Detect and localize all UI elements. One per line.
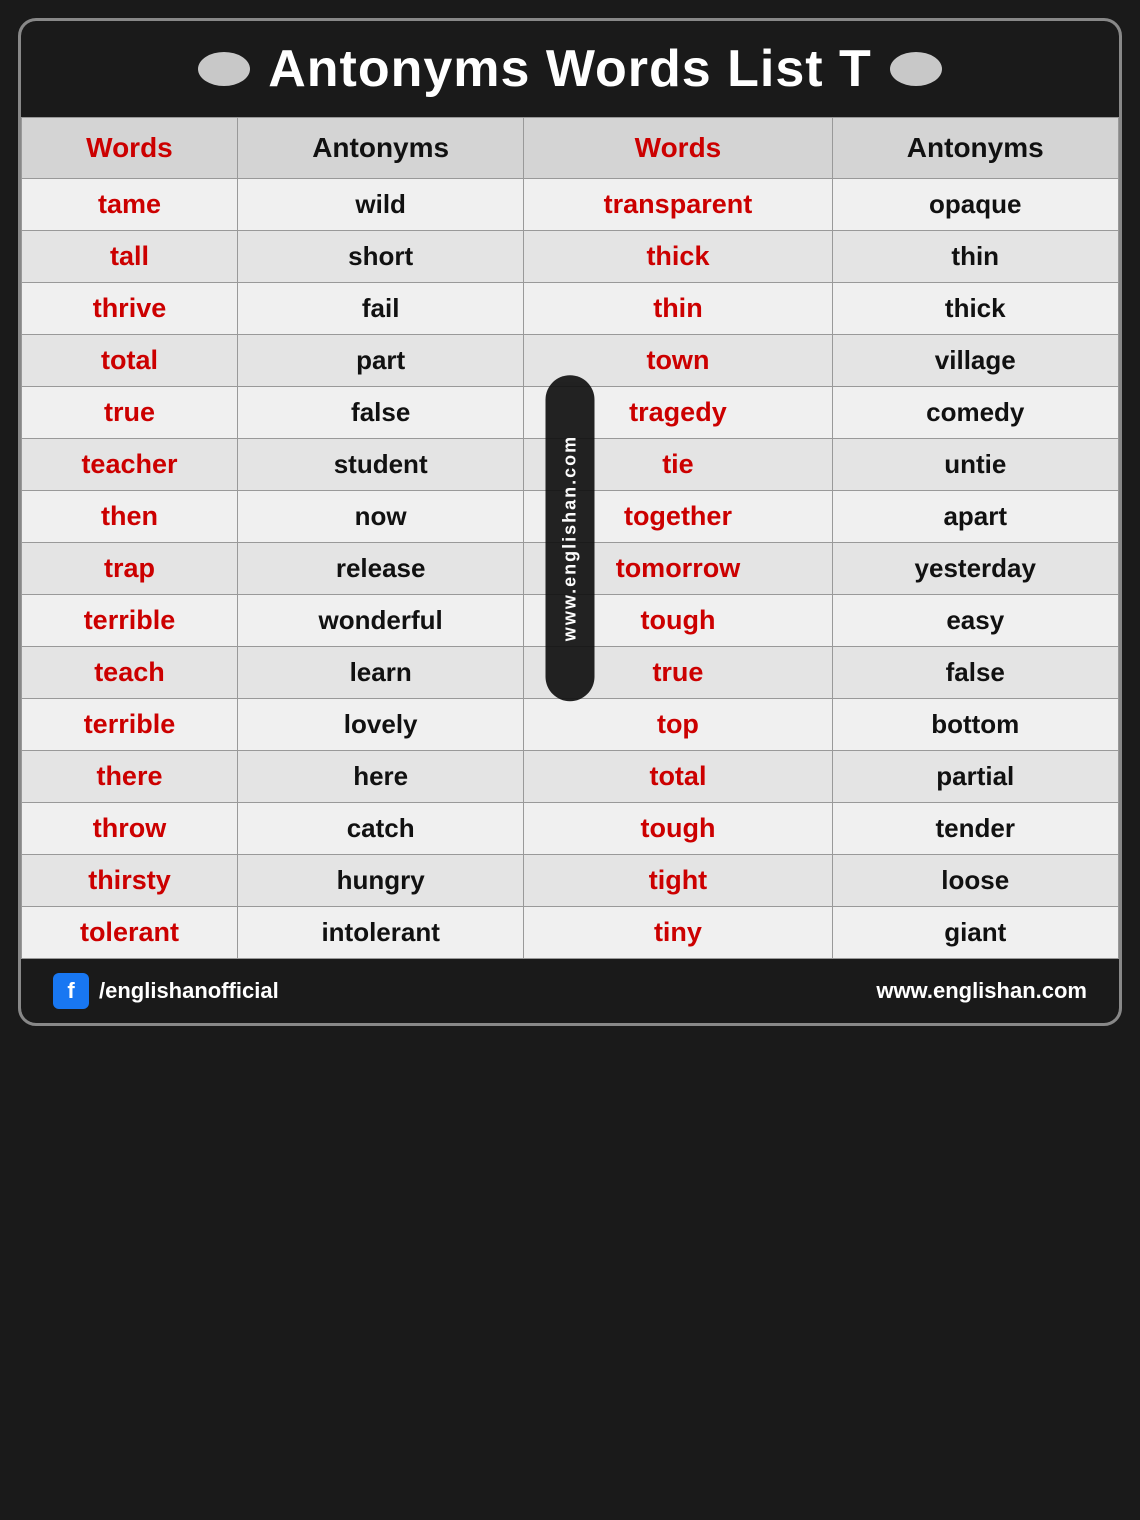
word-cell: tolerant: [22, 907, 238, 959]
table-row: thirstyhungrytightloose: [22, 855, 1119, 907]
word-cell: terrible: [22, 699, 238, 751]
word-cell: thick: [524, 231, 832, 283]
table-row: throwcatchtoughtender: [22, 803, 1119, 855]
header-words-1: Words: [22, 118, 238, 179]
antonym-cell: false: [237, 387, 523, 439]
antonym-cell: giant: [832, 907, 1118, 959]
antonym-cell: tender: [832, 803, 1118, 855]
word-cell: tough: [524, 803, 832, 855]
header-antonyms-2: Antonyms: [832, 118, 1118, 179]
antonym-cell: part: [237, 335, 523, 387]
facebook-icon: f: [53, 973, 89, 1009]
antonym-cell: easy: [832, 595, 1118, 647]
antonym-cell: village: [832, 335, 1118, 387]
word-cell: teacher: [22, 439, 238, 491]
antonym-cell: now: [237, 491, 523, 543]
title-oval-left: [198, 52, 250, 86]
antonym-cell: apart: [832, 491, 1118, 543]
antonym-cell: short: [237, 231, 523, 283]
page-title: Antonyms Words List T: [268, 39, 872, 99]
antonym-cell: lovely: [237, 699, 523, 751]
antonym-cell: here: [237, 751, 523, 803]
word-cell: tall: [22, 231, 238, 283]
word-cell: thrive: [22, 283, 238, 335]
word-cell: throw: [22, 803, 238, 855]
antonym-cell: thick: [832, 283, 1118, 335]
antonym-cell: false: [832, 647, 1118, 699]
word-cell: tame: [22, 179, 238, 231]
antonym-cell: release: [237, 543, 523, 595]
antonym-cell: wild: [237, 179, 523, 231]
word-cell: true: [22, 387, 238, 439]
antonym-cell: wonderful: [237, 595, 523, 647]
title-oval-right: [890, 52, 942, 86]
antonym-cell: thin: [832, 231, 1118, 283]
antonym-cell: untie: [832, 439, 1118, 491]
title-bar: Antonyms Words List T: [21, 21, 1119, 117]
word-cell: transparent: [524, 179, 832, 231]
table-row: terriblelovelytopbottom: [22, 699, 1119, 751]
antonym-cell: fail: [237, 283, 523, 335]
antonym-cell: intolerant: [237, 907, 523, 959]
word-cell: teach: [22, 647, 238, 699]
table-row: thrivefailthinthick: [22, 283, 1119, 335]
antonym-cell: catch: [237, 803, 523, 855]
footer-website: www.englishan.com: [876, 978, 1087, 1004]
word-cell: thirsty: [22, 855, 238, 907]
antonym-cell: comedy: [832, 387, 1118, 439]
word-cell: top: [524, 699, 832, 751]
word-cell: total: [524, 751, 832, 803]
word-cell: thin: [524, 283, 832, 335]
antonym-cell: yesterday: [832, 543, 1118, 595]
antonym-cell: loose: [832, 855, 1118, 907]
antonym-cell: hungry: [237, 855, 523, 907]
table-row: tolerantintoleranttinygiant: [22, 907, 1119, 959]
antonym-cell: learn: [237, 647, 523, 699]
main-container: Antonyms Words List T Words Antonyms Wor…: [18, 18, 1122, 1026]
word-cell: total: [22, 335, 238, 387]
word-cell: tiny: [524, 907, 832, 959]
antonym-cell: student: [237, 439, 523, 491]
watermark-container: www.englishan.com: [546, 375, 595, 701]
watermark-text: www.englishan.com: [546, 375, 595, 701]
footer-social-text: /englishanofficial: [99, 978, 279, 1004]
table-row: tamewildtransparentopaque: [22, 179, 1119, 231]
antonym-cell: bottom: [832, 699, 1118, 751]
table-header-row: Words Antonyms Words Antonyms: [22, 118, 1119, 179]
table-row: thereheretotalpartial: [22, 751, 1119, 803]
table-row: tallshortthickthin: [22, 231, 1119, 283]
antonym-cell: partial: [832, 751, 1118, 803]
header-words-2: Words: [524, 118, 832, 179]
footer-social: f /englishanofficial: [53, 973, 279, 1009]
table-wrapper: Words Antonyms Words Antonyms tamewildtr…: [21, 117, 1119, 959]
word-cell: then: [22, 491, 238, 543]
word-cell: there: [22, 751, 238, 803]
word-cell: tight: [524, 855, 832, 907]
word-cell: terrible: [22, 595, 238, 647]
antonym-cell: opaque: [832, 179, 1118, 231]
footer: f /englishanofficial www.englishan.com: [21, 959, 1119, 1023]
header-antonyms-1: Antonyms: [237, 118, 523, 179]
word-cell: trap: [22, 543, 238, 595]
